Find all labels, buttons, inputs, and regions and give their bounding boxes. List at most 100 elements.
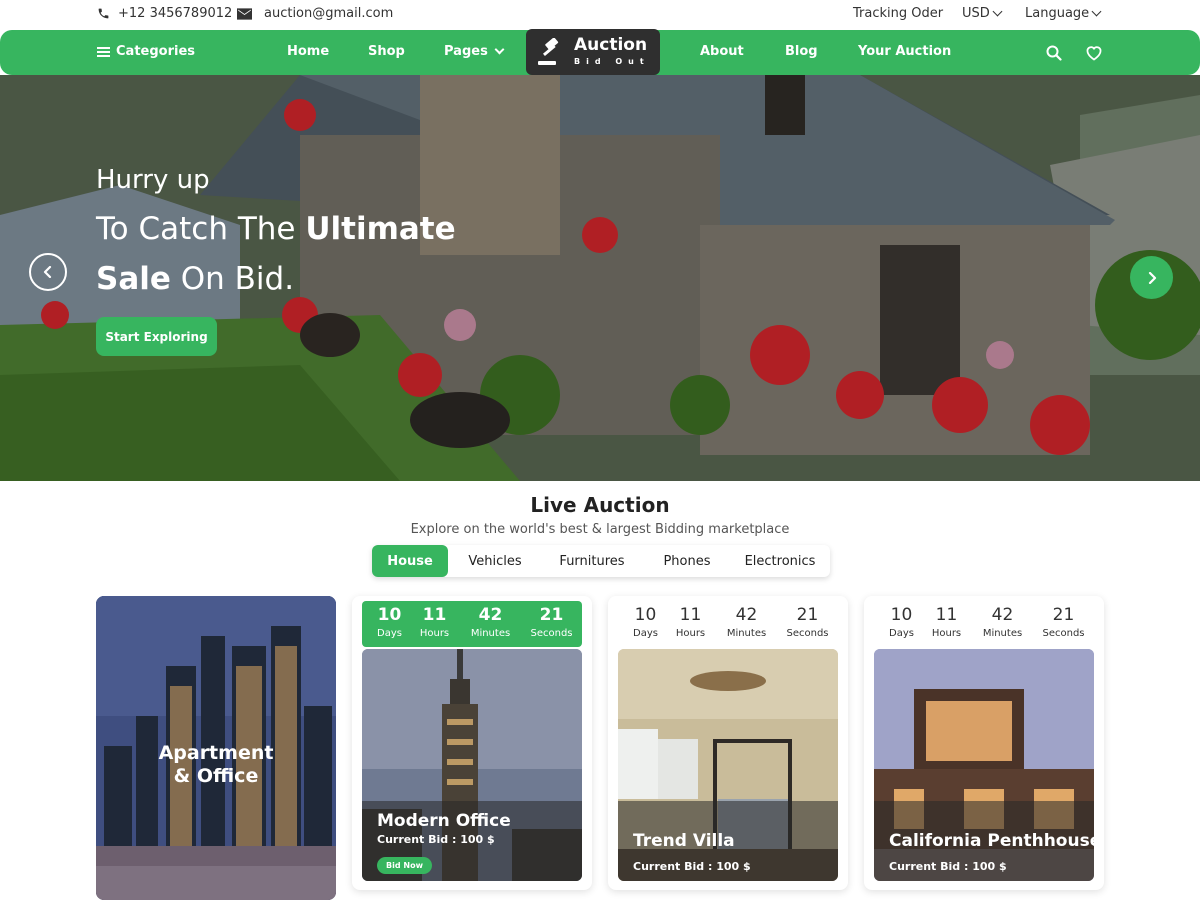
current-bid: Current Bid : 100 $ [889,860,1007,873]
hero-prev-button[interactable] [29,253,67,291]
countdown-minutes-label: Minutes [982,628,1023,639]
card-title: California Penthhouse [889,831,1094,851]
phone-contact[interactable]: +12 3456789012 [97,6,232,21]
countdown-minutes-value: 42 [735,605,758,625]
card-title: Modern Office [377,811,511,831]
countdown-seconds-value: 21 [539,605,564,625]
hero-line-3-bold: Sale [96,261,171,297]
nav-about[interactable]: About [700,44,744,59]
countdown-seconds-label: Seconds [1042,628,1085,639]
chevron-down-icon [1091,6,1102,17]
nav-pages-label: Pages [444,44,488,59]
language-select[interactable]: Language [1025,6,1102,21]
auction-image: Modern Office Current Bid : 100 $ Bid No… [362,649,582,881]
main-nav: Categories Home Shop Pages Auction Bid O… [0,29,1200,75]
currency-label: USD [962,6,990,21]
countdown-hours: 11 Hours [919,605,974,639]
email-address: auction@gmail.com [264,6,394,21]
categories-label: Categories [116,44,196,59]
nav-your-auction[interactable]: Your Auction [858,44,951,59]
countdown-minutes-label: Minutes [726,628,767,639]
hero-banner: Hurry up To Catch The Ultimate Sale On B… [0,75,1200,481]
search-button[interactable] [1046,45,1062,65]
countdown-hours: 11 Hours [663,605,718,639]
phone-icon [98,8,109,19]
chevron-down-icon [494,44,505,55]
current-bid: Current Bid : 100 $ [377,833,495,846]
hero-line-3: Sale On Bid. [96,261,294,297]
countdown-hours: 11 Hours [407,605,462,639]
arrow-right-icon [1148,271,1156,284]
countdown-hours-label: Hours [419,628,450,639]
category-tabs: House Vehicles Furnitures Phones Electro… [372,545,830,577]
chevron-down-icon [992,6,1003,17]
countdown-seconds-label: Seconds [786,628,829,639]
countdown-minutes-value: 42 [478,605,503,625]
tracking-order-link[interactable]: Tracking Oder [853,6,943,21]
tab-electronics[interactable]: Electronics [736,545,824,577]
countdown-minutes: 42 Minutes [719,605,774,639]
countdown-minutes: 42 Minutes [463,605,518,639]
logo-tagline: Bid Out [574,57,650,66]
countdown-hours-value: 11 [679,605,702,625]
live-auction-subtitle: Explore on the world's best & largest Bi… [410,522,790,537]
countdown-hours-value: 11 [422,605,447,625]
auction-image: California Penthhouse Current Bid : 100 … [874,649,1094,881]
start-exploring-button[interactable]: Start Exploring [96,317,217,356]
countdown-hours-label: Hours [931,628,962,639]
countdown-timer: 10 Days 11 Hours 42 Minutes 21 Seconds [362,601,582,647]
feature-title-line-2: & Office [173,765,259,787]
gavel-icon [538,38,559,65]
search-icon [1046,45,1062,61]
countdown-seconds-label: Seconds [530,628,573,639]
tracking-order-label: Tracking Oder [853,6,944,21]
feature-card-title: Apartment & Office [96,742,336,788]
categories-menu[interactable]: Categories [97,44,195,59]
nav-pages[interactable]: Pages [444,44,505,59]
countdown-seconds: 21 Seconds [780,605,835,639]
countdown-timer: 10 Days 11 Hours 42 Minutes 21 Seconds [874,601,1094,647]
site-logo[interactable]: Auction Bid Out [526,29,660,75]
tab-phones[interactable]: Phones [652,545,722,577]
auction-card-california-penthhouse[interactable]: 10 Days 11 Hours 42 Minutes 21 Seconds Calif… [864,596,1104,890]
mail-icon [237,7,252,20]
tab-furnitures[interactable]: Furnitures [548,545,636,577]
card-title: Trend Villa [633,831,735,851]
email-contact[interactable]: auction@gmail.com [237,6,393,21]
countdown-seconds-value: 21 [796,605,819,625]
logo-brand: Auction [574,35,648,55]
arrow-left-icon [43,266,52,278]
menu-icon [97,46,110,57]
feature-card-apartment-office[interactable]: Apartment & Office [96,596,336,900]
countdown-minutes-value: 42 [991,605,1014,625]
tab-vehicles[interactable]: Vehicles [458,545,532,577]
tab-house[interactable]: House [372,545,448,577]
hero-line-2-bold: Ultimate [305,211,456,247]
nav-shop[interactable]: Shop [368,44,405,59]
countdown-minutes-label: Minutes [470,628,511,639]
heart-icon [1086,46,1102,61]
nav-blog[interactable]: Blog [785,44,818,59]
top-bar: +12 3456789012 auction@gmail.com Trackin… [0,0,1200,30]
hero-line-2: To Catch The Ultimate [96,211,456,247]
countdown-seconds: 21 Seconds [524,605,579,639]
hero-next-button[interactable] [1130,256,1173,299]
countdown-minutes: 42 Minutes [975,605,1030,639]
feature-title-line-1: Apartment [158,742,274,764]
countdown-hours-label: Hours [675,628,706,639]
auction-card-trend-villa[interactable]: 10 Days 11 Hours 42 Minutes 21 Seconds Trend… [608,596,848,890]
countdown-hours-value: 11 [935,605,958,625]
countdown-timer: 10 Days 11 Hours 42 Minutes 21 Seconds [618,601,838,647]
currency-select[interactable]: USD [962,6,1003,21]
auction-card-modern-office[interactable]: 10 Days 11 Hours 42 Minutes 21 Seconds Moder… [352,596,592,890]
phone-number: +12 3456789012 [118,6,233,21]
hero-line-3-text: On Bid. [170,261,295,297]
bid-now-button[interactable]: Bid Now [377,857,432,874]
live-auction-title: Live Auction [530,493,670,517]
wishlist-button[interactable] [1085,45,1103,65]
countdown-seconds-value: 21 [1052,605,1075,625]
language-label: Language [1025,6,1090,21]
countdown-seconds: 21 Seconds [1036,605,1091,639]
hero-line-1: Hurry up [96,165,210,195]
nav-home[interactable]: Home [287,44,329,59]
